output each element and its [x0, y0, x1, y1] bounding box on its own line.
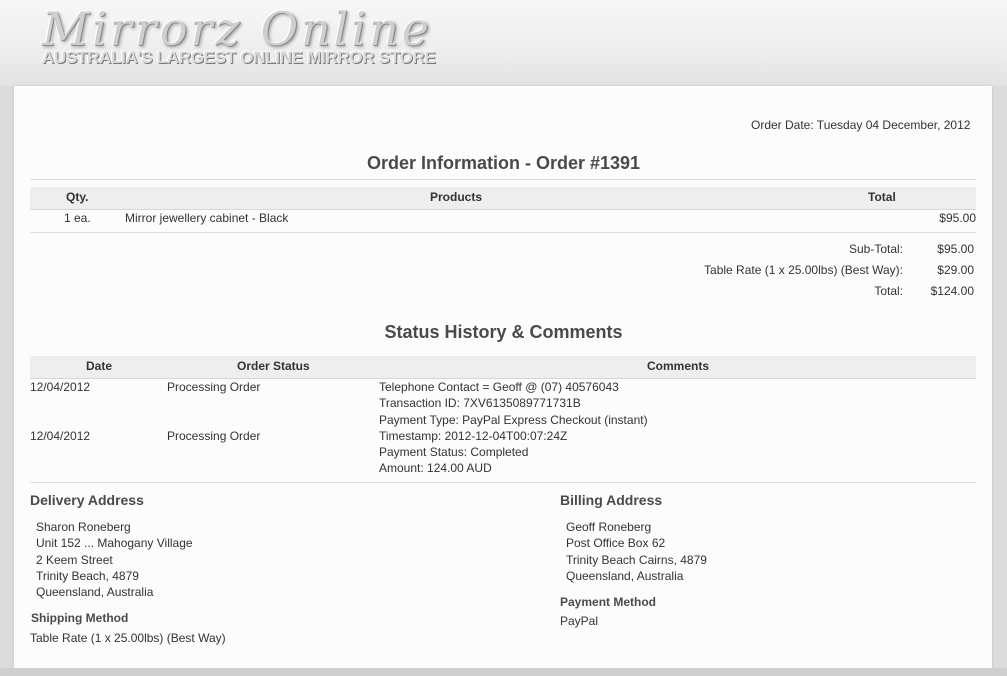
payment-method-title: Payment Method	[560, 595, 657, 609]
billing-address-line: Post Office Box 62	[566, 536, 666, 550]
order-date: Order Date: Tuesday 04 December, 2012	[751, 118, 971, 132]
status-history-title: Status History & Comments	[384, 322, 623, 342]
delivery-address-line: Queensland, Australia	[36, 585, 154, 599]
billing-address-title: Billing Address	[560, 492, 663, 508]
history-comment-line: Timestamp: 2012-12-04T00:07:24Z	[379, 429, 568, 443]
product-name: Mirror jewellery cabinet - Black	[125, 211, 289, 225]
history-date: 12/04/2012	[30, 380, 91, 394]
product-qty: 1 ea.	[64, 211, 91, 225]
payment-method-value: PayPal	[560, 614, 599, 628]
history-comment-line: Payment Status: Completed	[379, 445, 529, 459]
billing-address-line: Trinity Beach Cairns, 4879	[566, 553, 707, 567]
shipping-method-value: Table Rate (1 x 25.00lbs) (Best Way)	[30, 631, 226, 645]
site-header: Mirrorz Online AUSTRALIA'S LARGEST ONLIN…	[0, 0, 1007, 86]
order-information-title: Order Information - Order #1391	[366, 153, 641, 173]
history-comment-line: Payment Type: PayPal Express Checkout (i…	[379, 413, 648, 427]
history-status: Processing Order	[167, 429, 261, 443]
delivery-address-title: Delivery Address	[30, 492, 144, 508]
subtotal-value: $95.00	[937, 242, 974, 256]
column-total: Total	[868, 190, 896, 204]
history-status: Processing Order	[167, 380, 261, 394]
history-comment-line: Telephone Contact = Geoff @ (07) 4057604…	[379, 380, 619, 394]
subtotal-label: Sub-Total:	[848, 242, 903, 256]
page-bottom-bar	[0, 668, 1007, 676]
delivery-address-line: Unit 152 ... Mahogany Village	[36, 536, 193, 550]
shipping-rate-label: Table Rate (1 x 25.00lbs) (Best Way):	[704, 263, 903, 277]
shipping-rate-value: $29.00	[937, 263, 974, 277]
delivery-address-line: 2 Keem Street	[36, 553, 113, 567]
site-tagline: AUSTRALIA'S LARGEST ONLINE MIRROR STORE	[42, 48, 436, 67]
history-table-header: Date Order Status Comments	[30, 356, 976, 379]
products-table-header: Qty. Products Total	[30, 187, 976, 210]
shipping-method-title: Shipping Method	[31, 611, 129, 625]
total-label: Total:	[874, 284, 903, 298]
delivery-address-line: Sharon Roneberg	[36, 520, 131, 534]
history-comment-line: Amount: 124.00 AUD	[379, 461, 492, 475]
billing-address-line: Geoff Roneberg	[566, 520, 652, 534]
delivery-address-line: Trinity Beach, 4879	[36, 569, 139, 583]
total-value: $124.00	[930, 284, 974, 298]
column-products: Products	[430, 190, 483, 204]
column-comments: Comments	[647, 359, 710, 373]
product-total: $95.00	[939, 211, 976, 225]
column-date: Date	[86, 359, 113, 373]
history-comment-line: Transaction ID: 7XV6135089771731B	[379, 396, 581, 410]
column-order-status: Order Status	[237, 359, 310, 373]
billing-address-line: Queensland, Australia	[566, 569, 684, 583]
column-qty: Qty.	[66, 190, 89, 204]
history-date: 12/04/2012	[30, 429, 91, 443]
